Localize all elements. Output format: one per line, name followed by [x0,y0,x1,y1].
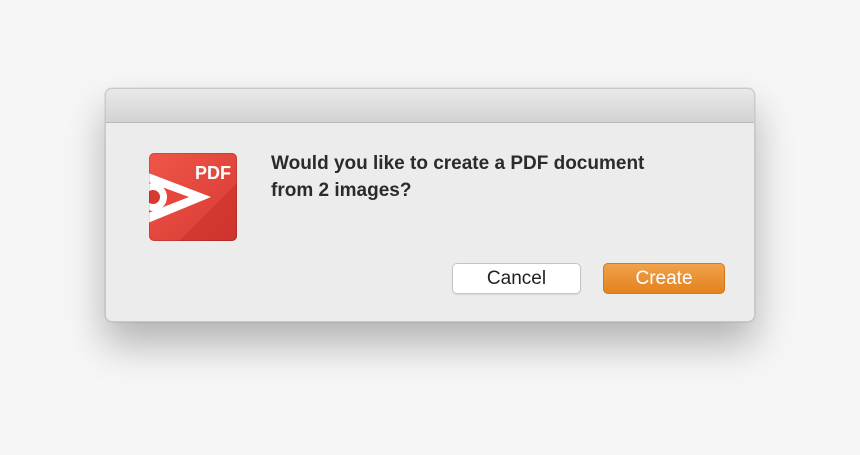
pdf-expert-app-icon: PDF [149,153,237,241]
create-pdf-dialog: PDF Would you like to create a PDF docum… [105,88,755,322]
message-line-2: from 2 images? [271,180,412,201]
pdf-icon-label: PDF [195,163,231,183]
cancel-button[interactable]: Cancel [452,263,581,294]
dialog-message: Would you like to create a PDF document … [271,150,711,204]
message-line-1: Would you like to create a PDF document [271,153,645,174]
pdf-app-icon-graphic: PDF [149,153,237,241]
desktop-background: PDF Would you like to create a PDF docum… [0,0,860,455]
dialog-titlebar[interactable] [106,89,754,123]
create-button[interactable]: Create [603,263,725,294]
